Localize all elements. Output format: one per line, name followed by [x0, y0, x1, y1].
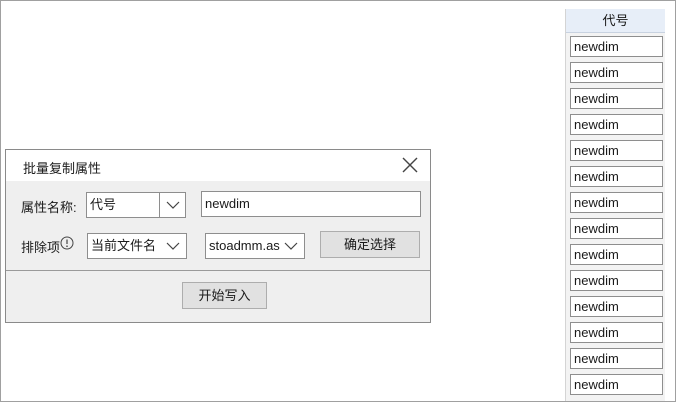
close-icon[interactable]: [400, 155, 420, 175]
info-icon[interactable]: [60, 236, 74, 250]
property-name-select-value: 代号: [90, 197, 117, 212]
start-write-button[interactable]: 开始写入: [182, 282, 267, 309]
column-header[interactable]: 代号: [566, 9, 665, 33]
confirm-selection-button[interactable]: 确定选择: [320, 231, 420, 258]
file-select[interactable]: stoadmm.as: [205, 233, 305, 259]
file-select-value: stoadmm.as: [209, 238, 280, 253]
dialog-title: 批量复制属性: [23, 161, 102, 176]
property-name-label: 属性名称:: [21, 200, 77, 215]
property-value-cell[interactable]: newdim: [570, 374, 663, 395]
property-value-cell[interactable]: newdim: [570, 296, 663, 317]
exclude-select[interactable]: 当前文件名: [87, 233, 187, 259]
property-name-select[interactable]: 代号: [86, 192, 186, 218]
property-value-cell[interactable]: newdim: [570, 166, 663, 187]
chevron-down-icon[interactable]: [159, 193, 185, 217]
property-value-cell[interactable]: newdim: [570, 270, 663, 291]
property-value-input[interactable]: newdim: [201, 191, 421, 217]
property-value-cell[interactable]: newdim: [570, 322, 663, 343]
property-value-cell[interactable]: newdim: [570, 192, 663, 213]
exclude-label: 排除项: [21, 240, 61, 255]
property-value-cell[interactable]: newdim: [570, 244, 663, 265]
dialog-divider: [6, 270, 430, 271]
property-value-cell[interactable]: newdim: [570, 62, 663, 83]
property-value-cell[interactable]: newdim: [570, 88, 663, 109]
property-value-cell[interactable]: newdim: [570, 114, 663, 135]
property-value-cell[interactable]: newdim: [570, 36, 663, 57]
property-column: 代号 newdim newdim newdim newdim newdim newdim n…: [565, 9, 665, 401]
batch-copy-dialog: 批量复制属性 属性名称: 代号 newdim 排除项 当前文件名 stoadmm…: [5, 149, 431, 323]
property-value-cell[interactable]: newdim: [570, 218, 663, 239]
property-value-cell[interactable]: newdim: [570, 348, 663, 369]
dialog-titlebar: 批量复制属性: [6, 150, 430, 181]
property-value-cell[interactable]: newdim: [570, 140, 663, 161]
chevron-down-icon[interactable]: [160, 234, 186, 258]
chevron-down-icon[interactable]: [278, 234, 304, 258]
exclude-select-value: 当前文件名: [91, 238, 157, 253]
